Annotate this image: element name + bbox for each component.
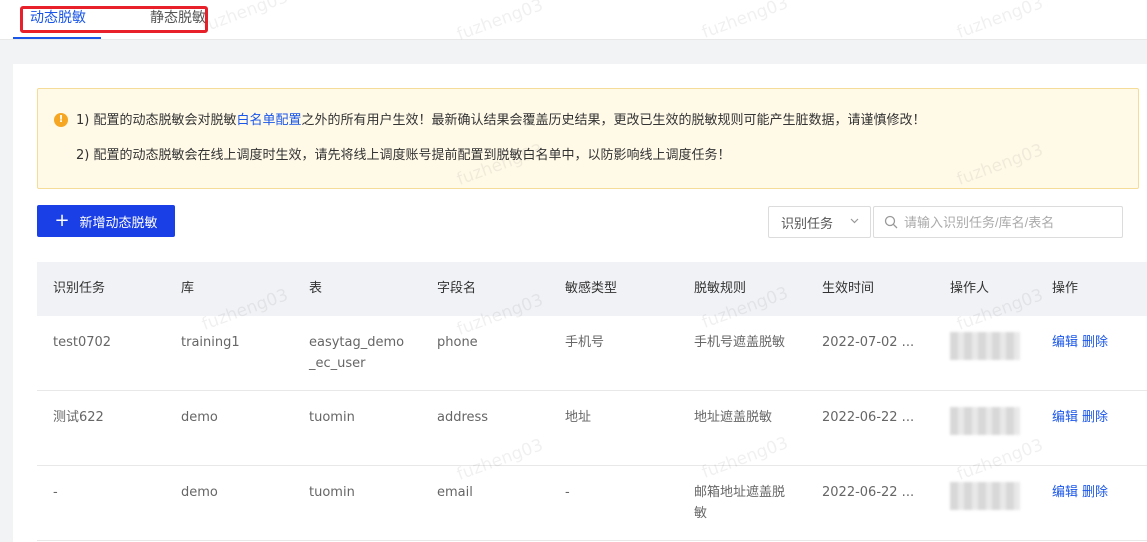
cell-field: phone (437, 335, 478, 350)
cell-field: email (437, 485, 473, 500)
add-button-label: 新增动态脱敏 (79, 215, 158, 231)
alert-line-2: 2) 配置的动态脱敏会在线上调度时生效，请先将线上调度账号提前配置到脱敏白名单中… (76, 148, 731, 163)
cell-sensitive-type: 手机号 (565, 335, 605, 350)
alert-line-1: 1) 配置的动态脱敏会对脱敏白名单配置之外的所有用户生效！最新确认结果会覆盖历史… (76, 112, 926, 130)
col-header-db: 库 (181, 281, 195, 296)
col-header-sensitive-type: 敏感类型 (565, 281, 618, 296)
table-row: 测试622 demo tuomin address 地址 地址遮盖脱敏 2022… (37, 391, 1147, 466)
main-panel: ! 1) 配置的动态脱敏会对脱敏白名单配置之外的所有用户生效！最新确认结果会覆盖… (13, 64, 1147, 542)
delete-link[interactable]: 删除 (1082, 485, 1108, 500)
cell-masking-rule: 邮箱地址遮盖脱敏 (694, 485, 786, 521)
cell-masking-rule: 地址遮盖脱敏 (694, 410, 773, 425)
cell-task: - (53, 485, 58, 500)
tab-bar: 动态脱敏 静态脱敏 (0, 0, 1147, 40)
cell-effective-time: 2022-07-02 ... (822, 335, 915, 350)
cell-task: test0702 (53, 335, 112, 350)
operator-redacted (950, 407, 1020, 435)
col-header-actions: 操作 (1052, 281, 1079, 296)
filter-select-value: 识别任务 (781, 216, 834, 232)
cell-effective-time: 2022-06-22 ... (822, 485, 915, 500)
cell-sensitive-type: 地址 (565, 410, 592, 425)
cell-table: tuomin (309, 410, 355, 425)
masking-table: 识别任务 库 表 字段名 敏感类型 脱敏规则 生效时间 操作人 操作 test0… (37, 262, 1147, 541)
cell-task: 测试622 (53, 410, 104, 425)
table-row: - demo tuomin email - 邮箱地址遮盖脱敏 2022-06-2… (37, 466, 1147, 541)
warning-alert: ! 1) 配置的动态脱敏会对脱敏白名单配置之外的所有用户生效！最新确认结果会覆盖… (37, 88, 1139, 189)
cell-field: address (437, 410, 489, 425)
filter-select[interactable]: 识别任务 (768, 206, 871, 238)
operator-redacted (950, 482, 1020, 510)
alert-line-1-prefix: 1) 配置的动态脱敏会对脱敏 (76, 113, 237, 128)
warning-icon: ! (54, 113, 68, 127)
cell-effective-time: 2022-06-22 ... (822, 410, 915, 425)
col-header-effective-time: 生效时间 (822, 281, 875, 296)
cell-db: demo (181, 485, 218, 500)
cell-table: easytag_demo_ec_user (309, 335, 405, 371)
col-header-task: 识别任务 (53, 281, 106, 296)
delete-link[interactable]: 删除 (1082, 335, 1108, 350)
cell-masking-rule: 手机号遮盖脱敏 (694, 335, 786, 350)
operator-redacted (950, 332, 1020, 360)
cell-sensitive-type: - (565, 485, 570, 500)
active-tab-indicator (13, 37, 101, 39)
cell-table: tuomin (309, 485, 355, 500)
col-header-operator: 操作人 (950, 281, 990, 296)
tabs-highlight-box (20, 6, 208, 33)
col-header-masking-rule: 脱敏规则 (694, 281, 747, 296)
edit-link[interactable]: 编辑 (1052, 335, 1078, 350)
plus-icon: + (54, 210, 70, 231)
cell-db: training1 (181, 335, 240, 350)
chevron-down-icon (849, 215, 860, 229)
delete-link[interactable]: 删除 (1082, 410, 1108, 425)
edit-link[interactable]: 编辑 (1052, 485, 1078, 500)
whitelist-config-link[interactable]: 白名单配置 (236, 113, 301, 128)
table-header: 识别任务 库 表 字段名 敏感类型 脱敏规则 生效时间 操作人 操作 (37, 262, 1147, 316)
col-header-table: 表 (309, 281, 323, 296)
search-input[interactable] (904, 213, 1114, 231)
alert-line-1-suffix: 之外的所有用户生效！最新确认结果会覆盖历史结果，更改已生效的脱敏规则可能产生脏数… (301, 113, 926, 128)
col-header-field: 字段名 (437, 281, 477, 296)
edit-link[interactable]: 编辑 (1052, 410, 1078, 425)
search-icon (884, 215, 898, 229)
add-dynamic-masking-button[interactable]: + 新增动态脱敏 (37, 205, 175, 237)
table-row: test0702 training1 easytag_demo_ec_user … (37, 316, 1147, 391)
search-box (873, 206, 1123, 238)
cell-db: demo (181, 410, 218, 425)
